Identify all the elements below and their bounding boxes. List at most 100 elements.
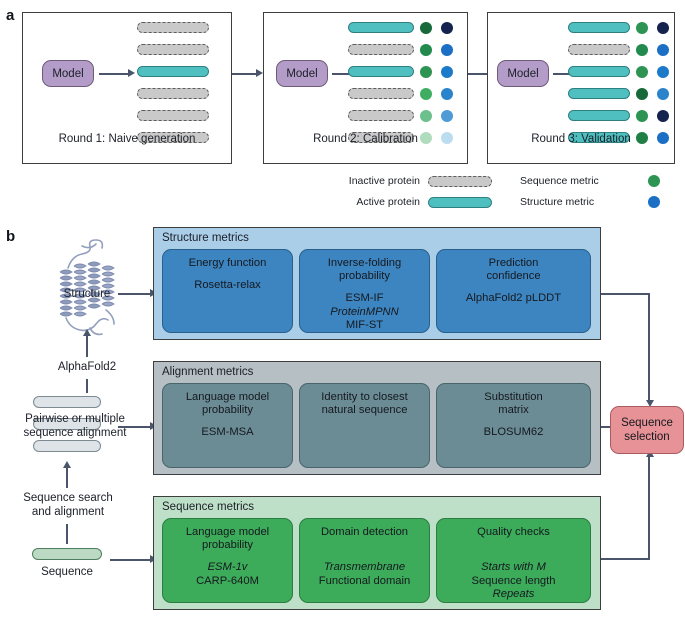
structure-to-metrics-arrow-line xyxy=(118,292,152,295)
round-2-structure-dot-5 xyxy=(441,109,453,122)
card-title-prediction-confidence-1: Prediction xyxy=(488,257,539,269)
sequence-search-label-line-2: and alignment xyxy=(31,506,105,518)
sequence-to-metrics-arrow-line xyxy=(110,558,152,561)
round-3-model-pill: Model xyxy=(497,60,549,87)
round-3-structure-dot-5 xyxy=(657,109,669,122)
metric-card-quality-checks: Quality checks Starts with M Sequence le… xyxy=(436,518,591,603)
round-3-model-label: Model xyxy=(507,67,539,80)
card-item-esm-1v: ESM-1v xyxy=(207,561,248,573)
metric-card-alignment-language-model: Language model probability ESM-MSA xyxy=(162,383,293,468)
alphafold-arrow-head xyxy=(82,329,91,336)
legend-label-sequence-metric: Sequence metric xyxy=(520,175,599,187)
round-2-bar-2 xyxy=(348,44,414,55)
metric-card-domain-detection: Domain detection Transmembrane Functiona… xyxy=(299,518,430,603)
alignment-metrics-title: Alignment metrics xyxy=(162,366,254,378)
alphafold-to-msa-connector xyxy=(86,379,88,393)
card-item-proteinmpnn: ProteinMPNN xyxy=(330,305,399,318)
card-item-esm-if: ESM-IF xyxy=(345,292,384,304)
round-2-sequence-dot-3 xyxy=(420,65,432,78)
round-3-bar-1 xyxy=(568,22,630,33)
round-1-bar-3 xyxy=(137,66,209,77)
sequence-search-arrow-head xyxy=(62,461,71,468)
card-item-blosum62: BLOSUM62 xyxy=(483,426,544,438)
round-3-sequence-dot-4 xyxy=(636,87,648,100)
card-item-repeats: Repeats xyxy=(492,588,535,600)
sequence-search-label: Sequence search and alignment xyxy=(6,491,130,519)
sequence-metrics-title: Sequence metrics xyxy=(162,501,255,513)
round-1-bar-1 xyxy=(137,22,209,33)
card-title-prediction-confidence-2: confidence xyxy=(486,270,541,282)
round-3-structure-dot-3 xyxy=(657,65,669,78)
protein-structure-illustration xyxy=(59,239,115,336)
round-2-structure-dot-2 xyxy=(441,43,453,56)
round-3-structure-dot-2 xyxy=(657,43,669,56)
msa-bar-3 xyxy=(33,440,101,452)
round-1-bar-2 xyxy=(137,44,209,55)
msa-to-metrics-arrow-line xyxy=(118,425,152,428)
round-1-to-2-arrow-head xyxy=(256,69,263,77)
card-item-carp-640m: CARP-640M xyxy=(196,574,259,587)
round-3-bar-4 xyxy=(568,88,630,99)
round-1-bar-5 xyxy=(137,110,209,121)
card-title-substitution-1: Substitution xyxy=(484,391,543,403)
round-2-sequence-dot-5 xyxy=(420,109,432,122)
sequence-search-arrow-line xyxy=(66,466,68,488)
msa-bar-1 xyxy=(33,396,101,408)
card-title-identity-1: Identity to closest xyxy=(321,391,408,403)
card-title-sequence-lm-1: Language model xyxy=(185,526,270,538)
metric-card-energy-function: Energy function Rosetta-relax xyxy=(162,249,293,333)
round-2-sequence-dot-2 xyxy=(420,43,432,56)
metric-card-substitution-matrix: Substitution matrix BLOSUM62 xyxy=(436,383,591,468)
round-1-internal-arrow-line xyxy=(99,72,129,75)
round-3-bar-3 xyxy=(568,66,630,77)
card-item-mif-st: MIF-ST xyxy=(345,319,384,331)
legend-swatch-active-protein xyxy=(428,197,492,208)
round-2-structure-dot-4 xyxy=(441,87,453,100)
card-item-alphafold2-plddt: AlphaFold2 pLDDT xyxy=(465,292,562,304)
card-item-sequence-length: Sequence length xyxy=(471,574,556,587)
round-2-bar-3 xyxy=(348,66,414,77)
round-3-sequence-dot-5 xyxy=(636,109,648,122)
sequence-node-label: Sequence xyxy=(41,566,93,578)
sequence-selection-line-1: Sequence xyxy=(621,417,673,429)
card-title-substitution-2: matrix xyxy=(498,404,529,416)
alphafold-arrow-line xyxy=(86,334,88,357)
legend-label-active-protein: Active protein xyxy=(356,196,420,208)
card-title-inverse-folding-2: probability xyxy=(338,270,390,282)
card-title-sequence-lm-2: probability xyxy=(201,539,253,551)
round-2-bar-1 xyxy=(348,22,414,33)
legend-swatch-structure-metric xyxy=(648,196,660,208)
round-2-model-label: Model xyxy=(286,67,318,80)
round-3-bar-2 xyxy=(568,44,630,55)
card-title-inverse-folding-1: Inverse-folding xyxy=(327,257,402,269)
metric-card-sequence-language-model: Language model probability ESM-1v CARP-6… xyxy=(162,518,293,603)
msa-label-line-2: sequence alignment xyxy=(23,427,127,439)
legend-label-inactive-protein: Inactive protein xyxy=(348,175,420,187)
card-title-domain-detection: Domain detection xyxy=(320,526,409,538)
structure-metrics-title: Structure metrics xyxy=(162,232,249,244)
card-title-identity-2: natural sequence xyxy=(321,404,408,416)
card-title-quality-checks: Quality checks xyxy=(477,526,550,538)
metric-card-prediction-confidence: Prediction confidence AlphaFold2 pLDDT xyxy=(436,249,591,333)
sequence-bar xyxy=(32,548,102,560)
panel-a-letter: a xyxy=(6,7,15,24)
round-2-structure-dot-3 xyxy=(441,65,453,78)
sequence-search-label-line-1: Sequence search xyxy=(23,492,113,504)
card-item-transmembrane: Transmembrane xyxy=(323,561,406,573)
round-1-internal-arrow-head xyxy=(128,69,135,77)
round-2-model-pill: Model xyxy=(276,60,328,87)
sequence-route-horizontal xyxy=(601,557,650,560)
structure-route-horizontal xyxy=(601,292,650,295)
round-3-structure-dot-1 xyxy=(657,21,669,34)
round-3-bar-5 xyxy=(568,110,630,121)
round-2-sequence-dot-4 xyxy=(420,87,432,100)
card-title-alignment-lm-1: Language model xyxy=(185,391,270,403)
card-item-functional-domain: Functional domain xyxy=(318,574,411,587)
round-1-bar-4 xyxy=(137,88,209,99)
sequence-route-vertical xyxy=(648,456,650,559)
round-1-to-2-arrow-line xyxy=(232,72,258,75)
msa-label-line-1: Pairwise or multiple xyxy=(25,413,125,425)
round-3-structure-dot-4 xyxy=(657,87,669,100)
card-title-alignment-lm-2: probability xyxy=(201,404,253,416)
round-2-bar-4 xyxy=(348,88,414,99)
